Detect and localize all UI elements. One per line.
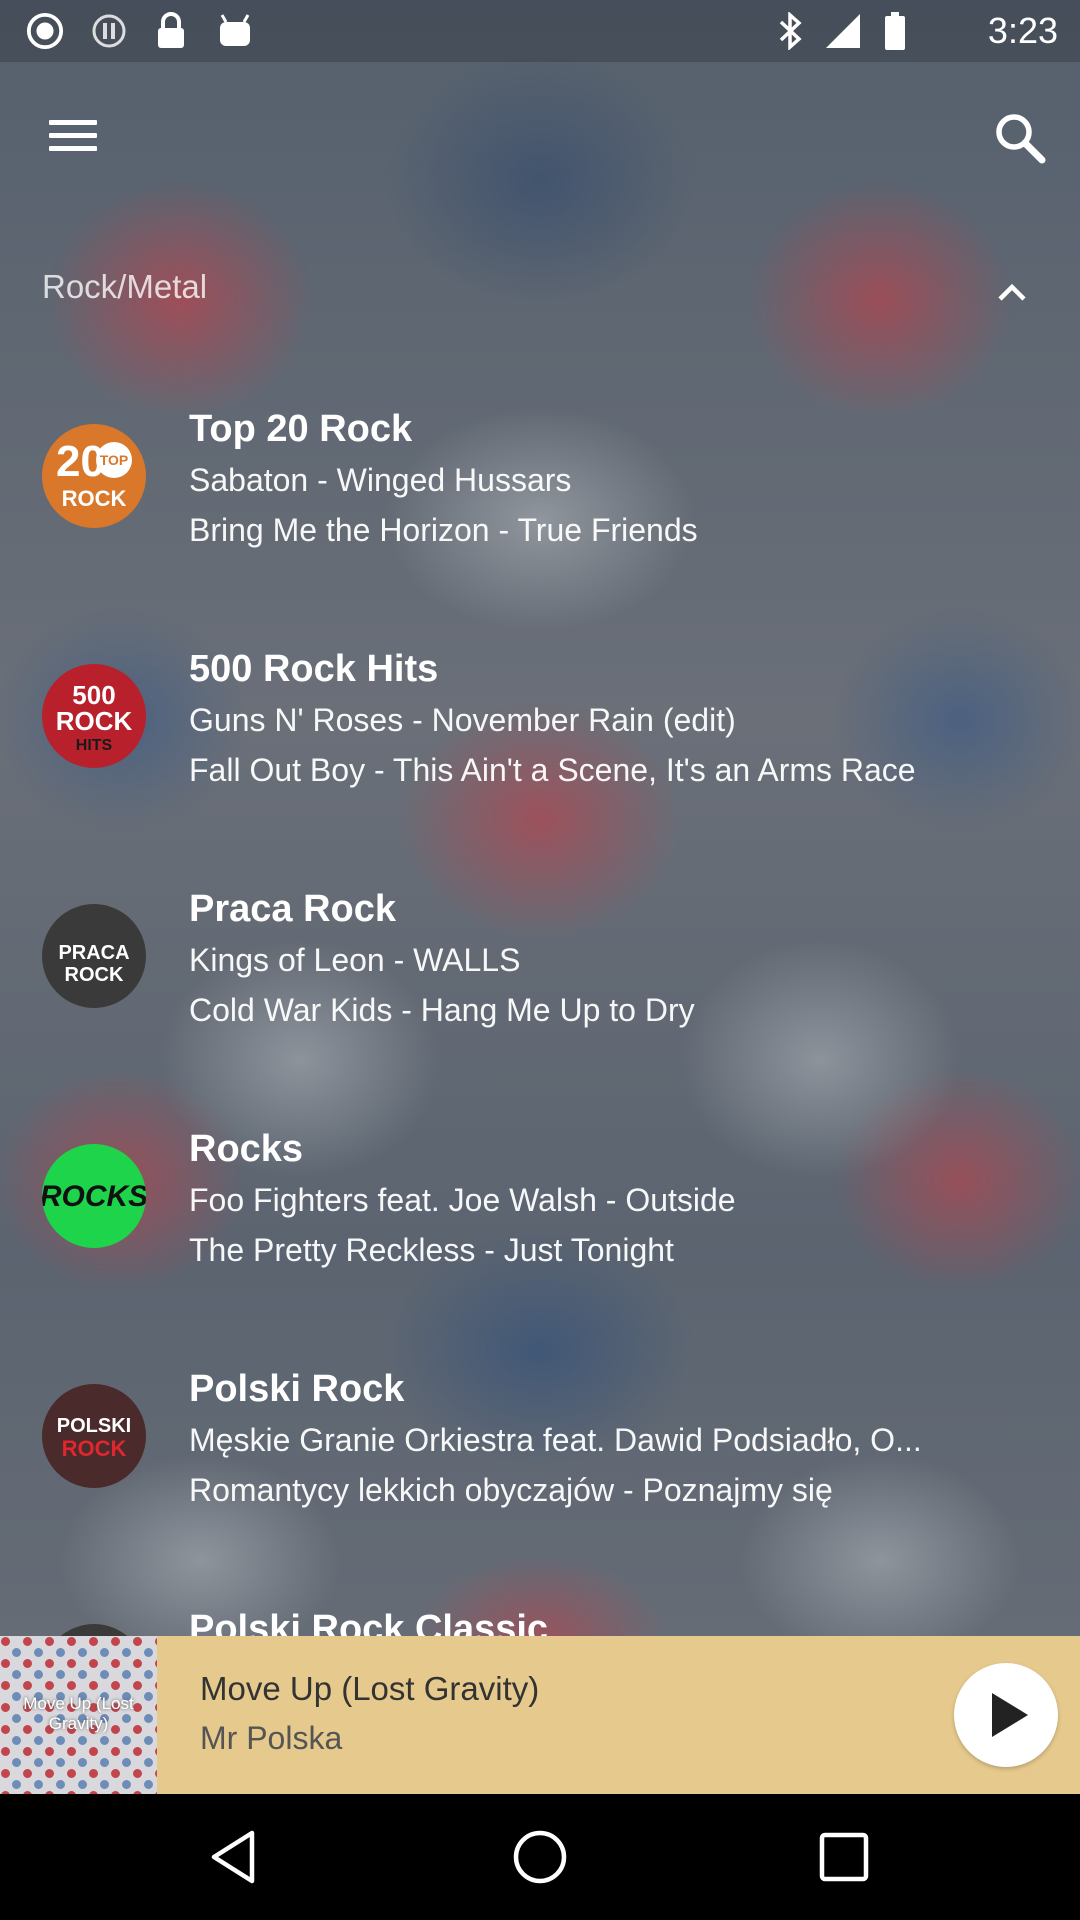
station-name: Polski Rock bbox=[189, 1368, 405, 1410]
svg-text:ROCK: ROCK bbox=[62, 1436, 127, 1461]
svg-text:PRACA: PRACA bbox=[58, 942, 129, 964]
station-name: Rocks bbox=[189, 1128, 304, 1170]
previous-track: Cold War Kids - Hang Me Up to Dry bbox=[189, 992, 695, 1028]
status-bar: 3:23 bbox=[0, 0, 1080, 62]
app-notification-icon bbox=[26, 12, 64, 50]
home-icon bbox=[513, 1830, 567, 1884]
station-item[interactable]: 500 ROCK HITS 500 Rock Hits Guns N' Rose… bbox=[0, 630, 1080, 870]
category-title: Rock/Metal bbox=[42, 268, 208, 305]
now-playing: Męskie Granie Orkiestra feat. Dawid Pods… bbox=[189, 1422, 922, 1458]
now-playing: Sabaton - Winged Hussars bbox=[189, 462, 572, 498]
status-clock: 3:23 bbox=[987, 10, 1058, 51]
chevron-up-icon[interactable] bbox=[992, 272, 1032, 312]
hamburger-icon bbox=[49, 120, 97, 125]
previous-track: Romantycy lekkich obyczajów - Poznajmy s… bbox=[189, 1472, 833, 1508]
system-nav-bar bbox=[0, 1794, 1080, 1920]
home-button[interactable] bbox=[510, 1827, 570, 1887]
search-button[interactable] bbox=[988, 106, 1052, 170]
search-icon bbox=[996, 114, 1046, 164]
now-playing: Foo Fighters feat. Joe Walsh - Outside bbox=[189, 1182, 736, 1218]
svg-text:ROCK: ROCK bbox=[56, 706, 133, 736]
category-header[interactable]: Rock/Metal bbox=[0, 246, 1080, 336]
play-icon bbox=[992, 1693, 1028, 1737]
station-name: Polski Rock Classic bbox=[189, 1608, 549, 1636]
previous-track: The Pretty Reckless - Just Tonight bbox=[189, 1232, 674, 1268]
station-logo: ROCKS bbox=[42, 1144, 146, 1248]
svg-text:HITS: HITS bbox=[76, 737, 113, 754]
app-notification-icon bbox=[90, 12, 128, 50]
track-artist: Mr Polska bbox=[200, 1720, 343, 1756]
station-logo: PRACA ROCK bbox=[42, 904, 146, 1008]
station-logo: POLSKI ROCK bbox=[42, 1384, 146, 1488]
svg-text:POLSKI: POLSKI bbox=[57, 1415, 131, 1437]
svg-text:ROCKS: ROCKS bbox=[42, 1180, 146, 1213]
battery-icon bbox=[876, 12, 914, 50]
recents-icon bbox=[819, 1832, 869, 1882]
back-button[interactable] bbox=[206, 1827, 266, 1887]
station-logo: 20 TOP ROCK bbox=[42, 424, 146, 528]
station-name: Top 20 Rock bbox=[189, 408, 413, 450]
lock-icon bbox=[152, 12, 190, 50]
album-art: Move Up (Lost Gravity) bbox=[0, 1636, 157, 1794]
station-name: 500 Rock Hits bbox=[189, 648, 439, 690]
station-logo: 500 ROCK HITS bbox=[42, 664, 146, 768]
now-playing: Kings of Leon - WALLS bbox=[189, 942, 521, 978]
signal-icon bbox=[824, 12, 862, 50]
station-item[interactable]: PRACA ROCK Praca Rock Kings of Leon - WA… bbox=[0, 870, 1080, 1110]
previous-track: Fall Out Boy - This Ain't a Scene, It's … bbox=[189, 752, 916, 788]
play-button[interactable] bbox=[954, 1663, 1058, 1767]
track-title: Move Up (Lost Gravity) bbox=[200, 1670, 540, 1707]
svg-text:ROCK: ROCK bbox=[65, 964, 124, 986]
now-playing: Guns N' Roses - November Rain (edit) bbox=[189, 702, 736, 738]
station-item[interactable]: ROCKS Rocks Foo Fighters feat. Joe Walsh… bbox=[0, 1110, 1080, 1350]
station-name: Praca Rock bbox=[189, 888, 397, 930]
app-bar bbox=[0, 62, 1080, 210]
back-icon bbox=[211, 1830, 255, 1884]
svg-text:ROCK: ROCK bbox=[62, 486, 127, 511]
mini-player[interactable]: Move Up (Lost Gravity) Move Up (Lost Gra… bbox=[0, 1636, 1080, 1794]
station-item[interactable]: Polski Rock Classic bbox=[0, 1590, 1080, 1636]
album-art-text: Move Up (Lost Gravity) bbox=[23, 1694, 134, 1733]
menu-button[interactable] bbox=[42, 112, 104, 164]
svg-text:TOP: TOP bbox=[100, 452, 129, 468]
bluetooth-icon bbox=[772, 12, 810, 50]
recents-button[interactable] bbox=[814, 1827, 874, 1887]
previous-track: Bring Me the Horizon - True Friends bbox=[189, 512, 698, 548]
station-item[interactable]: POLSKI ROCK Polski Rock Męskie Granie Or… bbox=[0, 1350, 1080, 1590]
station-logo bbox=[42, 1624, 146, 1636]
station-item[interactable]: 20 TOP ROCK Top 20 Rock Sabaton - Winged… bbox=[0, 390, 1080, 630]
android-icon bbox=[216, 12, 254, 50]
